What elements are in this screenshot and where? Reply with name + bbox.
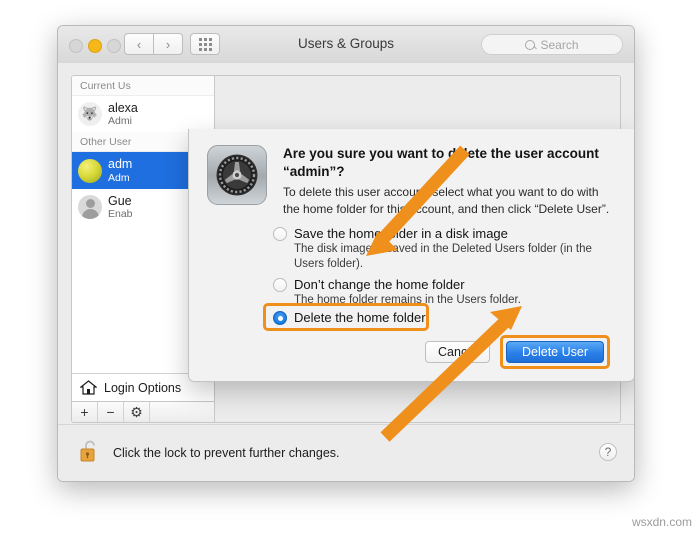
cancel-button[interactable]: Cancel (425, 341, 490, 363)
wolf-avatar: 🐺 (78, 102, 102, 127)
users-and-groups-window: ‹ › Users & Groups Search Current Us 🐺 a… (57, 25, 635, 482)
highlight-box-delete-home-folder (263, 303, 429, 331)
sheet-body-text: To delete this user account, select what… (283, 185, 610, 216)
user-list-toolbar: + − ⚙ (72, 401, 214, 422)
user-role: Adm (108, 171, 130, 184)
minus-icon: − (106, 404, 115, 420)
guest-silhouette-avatar (78, 195, 102, 220)
list-item-alexa[interactable]: 🐺 alexa Admi (72, 96, 214, 132)
radio-save-description: The disk image is saved in the Deleted U… (294, 243, 592, 271)
radio-button[interactable] (273, 227, 287, 241)
user-text: Gue Enab (108, 194, 133, 220)
user-name: Gue (108, 193, 132, 208)
gear-icon: ⚙ (130, 403, 143, 420)
search-placeholder: Search (540, 37, 579, 52)
watermark: wsxdn.com (631, 515, 692, 529)
remove-user-button[interactable]: − (98, 402, 124, 422)
sheet-title: Are you sure you want to delete the user… (283, 146, 599, 180)
search-input[interactable]: Search (481, 34, 623, 55)
system-preferences-gear-icon (207, 145, 267, 205)
tennis-ball-avatar (78, 158, 102, 183)
radio-save-home-folder[interactable]: Save the home folder in a disk image (273, 226, 508, 241)
user-settings-button[interactable]: ⚙ (124, 402, 150, 422)
radio-dont-change-home-folder[interactable]: Don’t change the home folder (273, 277, 465, 292)
window-body: Current Us 🐺 alexa Admi Other User adm A… (58, 63, 634, 481)
user-name: alexa (108, 101, 138, 115)
user-text: alexa Admi (108, 101, 138, 127)
lock-hint-text: Click the lock to prevent further change… (113, 446, 340, 460)
search-icon (525, 39, 536, 50)
radio-label: Save the home folder in a disk image (294, 226, 508, 241)
help-button[interactable]: ? (599, 443, 617, 461)
login-options-label: Login Options (104, 380, 182, 395)
group-header-current-user: Current Us (72, 76, 214, 96)
window-titlebar: ‹ › Users & Groups Search (58, 26, 634, 64)
house-icon (79, 380, 98, 395)
add-user-button[interactable]: + (72, 402, 98, 422)
unlocked-padlock-icon[interactable] (80, 439, 100, 463)
user-text: adm Adm (108, 157, 132, 183)
delete-user-confirmation-sheet: Are you sure you want to delete the user… (188, 129, 634, 382)
user-role: Admi (108, 115, 132, 128)
radio-label: Don’t change the home folder (294, 277, 465, 292)
plus-icon: + (80, 404, 89, 420)
window-footer: Click the lock to prevent further change… (58, 424, 634, 481)
highlight-box-delete-user-button (500, 335, 610, 369)
user-role: Enab (108, 208, 133, 221)
radio-button[interactable] (273, 278, 287, 292)
user-name: adm (108, 157, 133, 172)
